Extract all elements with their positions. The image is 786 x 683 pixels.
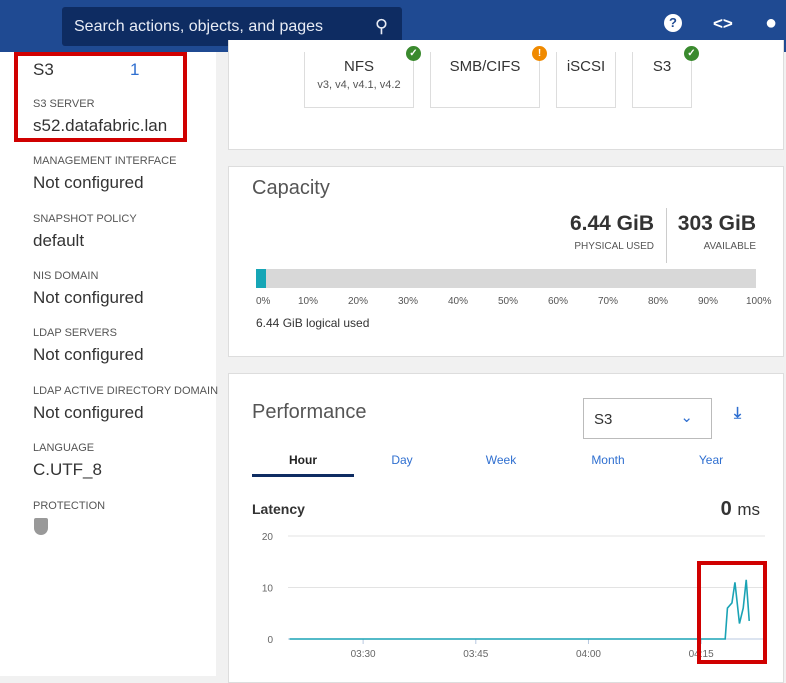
object-select[interactable]: S3 ⌄	[583, 398, 712, 439]
check-icon: ✓	[406, 46, 421, 61]
physical-used-label: PHYSICAL USED	[574, 241, 654, 252]
chevron-down-icon: ⌄	[680, 409, 693, 426]
divider	[666, 208, 667, 263]
tab-day[interactable]: Day	[352, 453, 452, 467]
capacity-bar-fill	[256, 269, 266, 288]
x-tick-label: 03:30	[351, 649, 376, 660]
tab-year[interactable]: Year	[661, 453, 761, 467]
tab-hour[interactable]: Hour	[253, 453, 353, 467]
latency-title: Latency	[252, 501, 305, 517]
tab-week[interactable]: Week	[451, 453, 551, 467]
capacity-tick: 60%	[548, 296, 569, 307]
physical-used-value: 6.44 GiB	[569, 212, 654, 235]
available-label: AVAILABLE	[703, 241, 756, 252]
field-label: PROTECTION	[33, 500, 106, 512]
latency-value: 0	[720, 498, 732, 520]
highlight-annotation	[14, 52, 187, 142]
latency-line	[289, 579, 751, 640]
user-icon[interactable]: ●	[765, 12, 777, 35]
y-tick-label: 10	[262, 584, 274, 595]
capacity-tick: 100%	[746, 296, 772, 307]
latency-unit: ms	[737, 500, 760, 519]
capacity-tick: 10%	[298, 296, 319, 307]
warning-icon: !	[532, 46, 547, 61]
field-label: LDAP ACTIVE DIRECTORY DOMAIN	[33, 385, 219, 397]
capacity-title: Capacity	[252, 177, 330, 199]
protocol-name: S3	[652, 58, 672, 75]
tab-month[interactable]: Month	[558, 453, 658, 467]
select-value: S3	[594, 411, 613, 428]
capacity-tick: 90%	[698, 296, 719, 307]
field-value: Not configured	[33, 403, 144, 422]
download-icon[interactable]: ⤓	[734, 405, 741, 423]
field-label: LANGUAGE	[33, 442, 95, 454]
active-tab-indicator	[252, 474, 354, 477]
protocol-name: NFS	[344, 58, 374, 75]
capacity-tick: 0%	[256, 296, 271, 307]
logical-used: 6.44 GiB logical used	[256, 316, 370, 330]
protocol-s3[interactable]: S3 ✓	[632, 46, 699, 108]
field-label: NIS DOMAIN	[33, 270, 99, 282]
protocol-nfs[interactable]: NFS v3, v4, v4.1, v4.2 ✓	[304, 46, 421, 108]
protocol-versions: v3, v4, v4.1, v4.2	[317, 79, 401, 91]
x-tick-label: 04:00	[576, 649, 601, 660]
capacity-bar	[256, 269, 756, 288]
performance-title: Performance	[252, 401, 367, 423]
field-value: Not configured	[33, 288, 144, 307]
y-tick-label: 0	[267, 635, 273, 646]
capacity-tick: 30%	[398, 296, 419, 307]
check-icon: ✓	[684, 46, 699, 61]
code-icon[interactable]: <>	[713, 14, 733, 34]
capacity-tick: 50%	[498, 296, 519, 307]
protocol-name: iSCSI	[566, 58, 606, 75]
protocol-iscsi[interactable]: iSCSI	[556, 52, 616, 108]
field-label: SNAPSHOT POLICY	[33, 213, 137, 225]
search-placeholder: Search actions, objects, and pages	[74, 18, 324, 35]
y-tick-label: 20	[262, 532, 274, 543]
help-icon[interactable]: ?	[664, 14, 682, 32]
shield-icon	[34, 518, 48, 535]
protocol-smb[interactable]: SMB/CIFS!	[430, 46, 547, 108]
available-value: 303 GiB	[677, 212, 756, 235]
capacity-tick: 40%	[448, 296, 469, 307]
protocol-name: SMB/CIFS	[449, 58, 521, 75]
field-value: default	[33, 231, 85, 250]
x-tick-label: 03:45	[463, 649, 488, 660]
capacity-tick: 70%	[598, 296, 619, 307]
highlight-annotation	[697, 561, 767, 664]
field-value: Not configured	[33, 173, 144, 192]
field-label: MANAGEMENT INTERFACE	[33, 155, 177, 167]
capacity-tick: 20%	[348, 296, 369, 307]
field-value: Not configured	[33, 345, 144, 364]
capacity-tick: 80%	[648, 296, 669, 307]
field-label: LDAP SERVERS	[33, 327, 117, 339]
field-value: C.UTF_8	[33, 460, 102, 479]
